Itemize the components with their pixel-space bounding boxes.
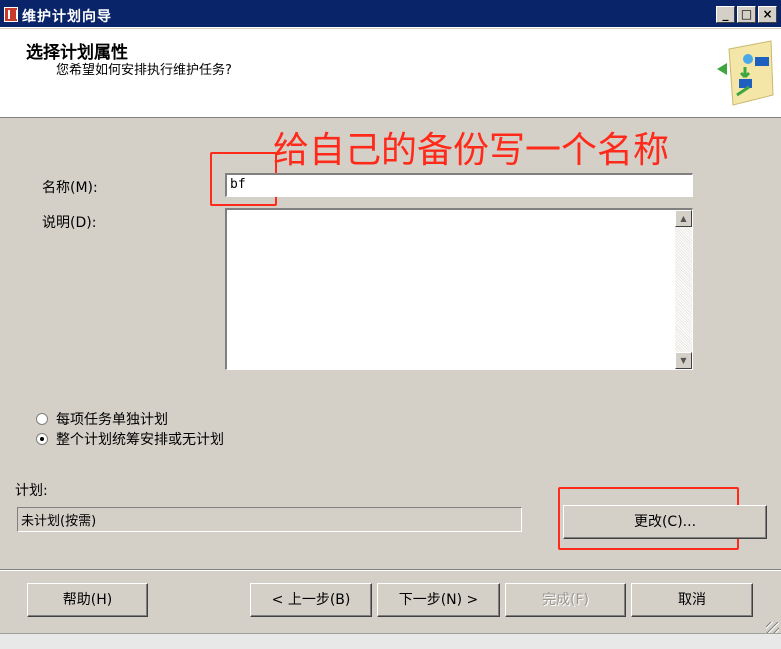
name-label: 名称(M):	[42, 180, 98, 196]
scroll-up-icon[interactable]: ▲	[675, 210, 692, 227]
back-button[interactable]: < 上一步(B)	[250, 583, 372, 617]
minimize-button[interactable]: _	[716, 6, 735, 23]
radio-separate-schedules[interactable]: 每项任务单独计划	[36, 409, 168, 429]
radio-unselected-icon[interactable]	[36, 413, 48, 425]
footer-divider	[0, 569, 781, 571]
radio-single-label: 整个计划统筹安排或无计划	[56, 432, 224, 448]
wizard-window: 维护计划向导 _ □ × 选择计划属性 您希望如何安排执行维护任务? 给自己的备…	[0, 0, 781, 649]
title-bar: 维护计划向导 _ □ ×	[0, 0, 781, 28]
name-field[interactable]: bf	[225, 173, 693, 197]
maintenance-plan-art-icon	[717, 40, 774, 106]
radio-selected-icon[interactable]	[36, 433, 48, 445]
radio-separate-label: 每项任务单独计划	[56, 412, 168, 428]
next-button[interactable]: 下一步(N) >	[377, 583, 500, 617]
description-label: 说明(D):	[42, 215, 97, 231]
radio-single-schedule[interactable]: 整个计划统筹安排或无计划	[36, 429, 224, 449]
cancel-button[interactable]: 取消	[631, 583, 753, 617]
description-scrollbar[interactable]: ▲ ▼	[675, 210, 692, 369]
maximize-button[interactable]: □	[737, 6, 756, 23]
window-bottom-edge	[0, 633, 781, 649]
annotation-note: 给自己的备份写一个名称	[273, 130, 670, 171]
schedule-label: 计划:	[15, 483, 48, 499]
close-button[interactable]: ×	[758, 6, 777, 23]
help-button[interactable]: 帮助(H)	[27, 583, 148, 617]
change-schedule-button[interactable]: 更改(C)...	[563, 505, 767, 539]
finish-button[interactable]: 完成(F)	[505, 583, 626, 617]
page-subtitle: 您希望如何安排执行维护任务?	[56, 63, 232, 78]
wizard-app-icon	[4, 7, 18, 22]
window-title: 维护计划向导	[22, 9, 112, 25]
scroll-down-icon[interactable]: ▼	[675, 352, 692, 369]
wizard-header: 选择计划属性 您希望如何安排执行维护任务?	[0, 29, 781, 118]
schedule-value: 未计划(按需)	[17, 507, 522, 532]
description-field[interactable]: ▲ ▼	[225, 208, 693, 370]
